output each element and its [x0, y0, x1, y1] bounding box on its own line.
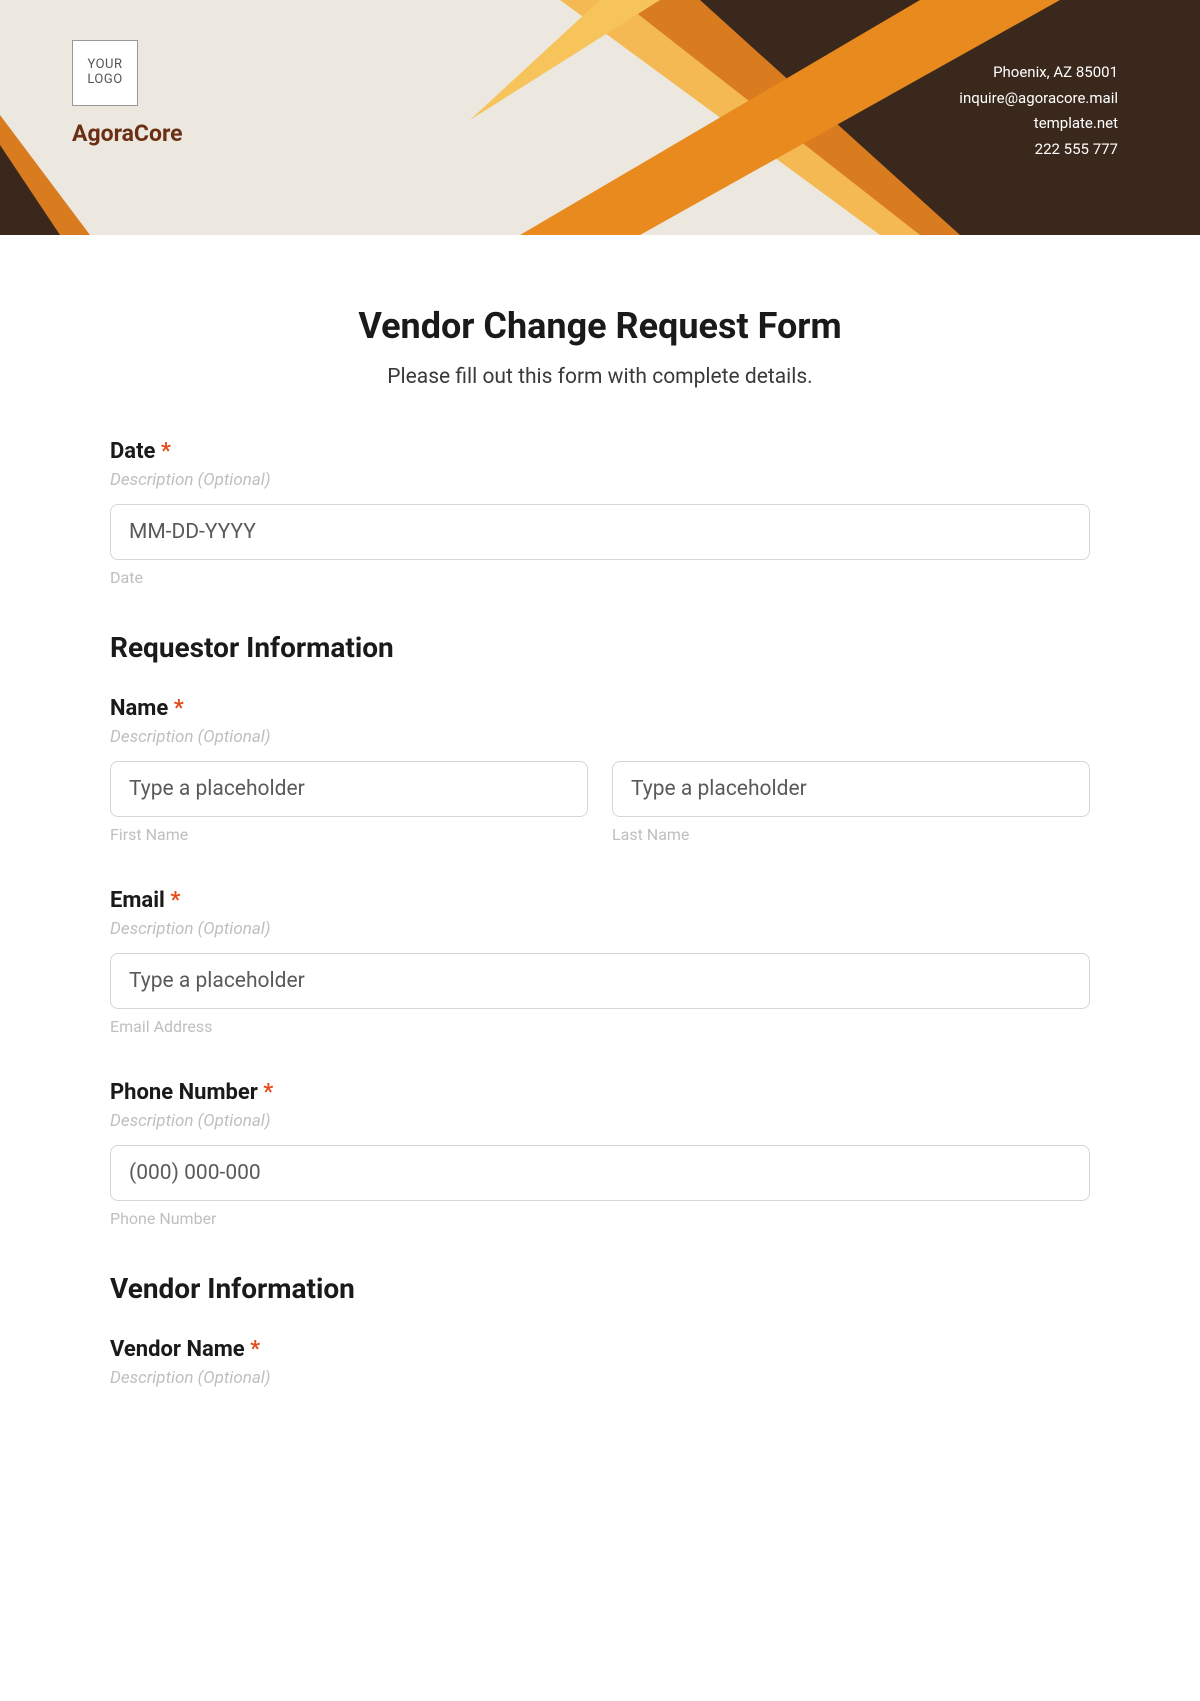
date-input[interactable]: [110, 504, 1090, 560]
email-desc: Description (Optional): [110, 919, 1090, 939]
logo-text: YOUR LOGO: [73, 58, 137, 88]
name-desc: Description (Optional): [110, 727, 1090, 747]
contact-email: inquire@agoracore.mail: [959, 86, 1118, 112]
vendor-name-label: Vendor Name *: [110, 1337, 1090, 1362]
section-vendor: Vendor Information: [110, 1272, 1090, 1305]
phone-desc: Description (Optional): [110, 1111, 1090, 1131]
field-email: Email * Description (Optional) Email Add…: [110, 888, 1090, 1036]
contact-info: Phoenix, AZ 85001 inquire@agoracore.mail…: [959, 60, 1118, 162]
first-name-sublabel: First Name: [110, 825, 588, 844]
required-mark: *: [263, 1080, 273, 1105]
date-desc: Description (Optional): [110, 470, 1090, 490]
field-phone: Phone Number * Description (Optional) Ph…: [110, 1080, 1090, 1228]
field-date: Date * Description (Optional) Date: [110, 439, 1090, 587]
vendor-name-desc: Description (Optional): [110, 1368, 1090, 1388]
required-mark: *: [250, 1337, 260, 1362]
logo-placeholder: YOUR LOGO: [72, 40, 138, 106]
email-label: Email *: [110, 888, 1090, 913]
field-name: Name * Description (Optional) First Name…: [110, 696, 1090, 844]
phone-input[interactable]: [110, 1145, 1090, 1201]
phone-label: Phone Number *: [110, 1080, 1090, 1105]
contact-phone: 222 555 777: [959, 137, 1118, 163]
last-name-sublabel: Last Name: [612, 825, 1090, 844]
brand-name: AgoraCore: [72, 120, 183, 147]
form-container: Vendor Change Request Form Please fill o…: [0, 235, 1200, 1442]
page-subtitle: Please fill out this form with complete …: [110, 365, 1090, 389]
contact-site: template.net: [959, 111, 1118, 137]
name-label: Name *: [110, 696, 1090, 721]
required-mark: *: [161, 439, 171, 464]
section-requestor: Requestor Information: [110, 631, 1090, 664]
field-vendor-name: Vendor Name * Description (Optional): [110, 1337, 1090, 1388]
required-mark: *: [174, 696, 184, 721]
date-label: Date *: [110, 439, 1090, 464]
date-sublabel: Date: [110, 568, 1090, 587]
first-name-input[interactable]: [110, 761, 588, 817]
email-input[interactable]: [110, 953, 1090, 1009]
email-sublabel: Email Address: [110, 1017, 1090, 1036]
phone-sublabel: Phone Number: [110, 1209, 1090, 1228]
contact-address: Phoenix, AZ 85001: [959, 60, 1118, 86]
logo-block: YOUR LOGO AgoraCore: [72, 40, 183, 147]
required-mark: *: [170, 888, 180, 913]
last-name-input[interactable]: [612, 761, 1090, 817]
page-title: Vendor Change Request Form: [110, 305, 1090, 347]
header-banner: YOUR LOGO AgoraCore Phoenix, AZ 85001 in…: [0, 0, 1200, 235]
